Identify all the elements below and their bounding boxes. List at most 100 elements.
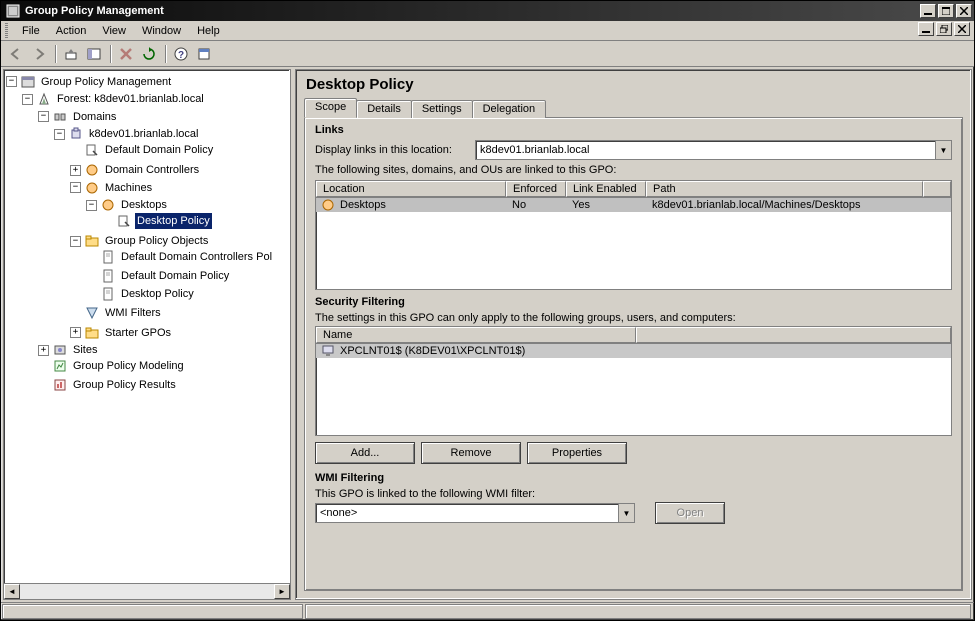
delete-button[interactable] (115, 43, 137, 65)
forward-button[interactable] (28, 43, 50, 65)
policy-icon (100, 268, 116, 284)
domain-icon (68, 126, 84, 142)
wmi-combo[interactable]: <none> ▼ (315, 503, 635, 523)
menu-file[interactable]: File (14, 23, 48, 39)
row-location: Desktops (340, 199, 386, 211)
status-pane-1 (2, 604, 303, 619)
status-pane-2 (305, 604, 971, 619)
properties-button[interactable]: Properties (527, 442, 627, 464)
policy-icon (100, 286, 116, 302)
security-group: Security Filtering The settings in this … (315, 296, 952, 466)
mdi-minimize-button[interactable] (918, 22, 934, 36)
tree-default-domain-policy[interactable]: Default Domain Policy (70, 142, 215, 158)
mdi-restore-button[interactable] (936, 22, 952, 36)
tree-starter-gpos[interactable]: + Starter GPOs (70, 325, 173, 341)
properties-button[interactable] (193, 43, 215, 65)
tab-settings[interactable]: Settings (411, 100, 473, 118)
close-button[interactable] (956, 4, 972, 18)
show-hide-tree-button[interactable] (83, 43, 105, 65)
tab-scope[interactable]: Scope (304, 98, 357, 118)
location-combo[interactable]: k8dev01.brianlab.local ▼ (475, 140, 952, 160)
location-combo-value: k8dev01.brianlab.local (476, 144, 935, 156)
tree-wmi-filters[interactable]: WMI Filters (70, 305, 163, 321)
collapse-icon[interactable]: − (54, 129, 65, 140)
statusbar (1, 602, 974, 620)
menu-help[interactable]: Help (189, 23, 228, 39)
tab-body-scope: Links Display links in this location: k8… (304, 117, 963, 591)
refresh-button[interactable] (138, 43, 160, 65)
col-path[interactable]: Path (646, 181, 923, 197)
wmi-icon (84, 305, 100, 321)
tab-details[interactable]: Details (356, 100, 412, 118)
minimize-button[interactable] (920, 4, 936, 18)
dropdown-icon[interactable]: ▼ (618, 504, 634, 522)
tree-gpo-item[interactable]: Desktop Policy (86, 286, 196, 302)
collapse-icon[interactable]: − (6, 76, 17, 87)
tree-domain-controllers[interactable]: + Domain Controllers (70, 162, 201, 178)
links-row[interactable]: Desktops No Yes k8dev01.brianlab.local/M… (316, 198, 951, 212)
menu-view[interactable]: View (94, 23, 134, 39)
tree-forest[interactable]: − Forest: k8dev01.brianlab.local (22, 91, 206, 107)
mdi-close-button[interactable] (954, 22, 970, 36)
tree-gpo-item[interactable]: Default Domain Controllers Pol (86, 249, 274, 265)
tree-root[interactable]: − Group Policy Management (6, 74, 173, 90)
tree-gpo-item[interactable]: Default Domain Policy (86, 268, 231, 284)
tree-gpo[interactable]: − Group Policy Objects (70, 233, 210, 249)
tree-domain[interactable]: − k8dev01.brianlab.local (54, 126, 200, 142)
security-row[interactable]: XPCLNT01$ (K8DEV01\XPCLNT01$) (316, 344, 951, 358)
policy-link-icon (84, 142, 100, 158)
security-list[interactable]: Name XPCLNT01$ (K8DEV01\XPCLNT01$) (315, 326, 952, 436)
col-spacer (923, 181, 951, 197)
collapse-icon[interactable]: − (86, 200, 97, 211)
dropdown-icon[interactable]: ▼ (935, 141, 951, 159)
scroll-right-button[interactable]: ► (274, 584, 290, 599)
links-list[interactable]: Location Enforced Link Enabled Path Desk… (315, 180, 952, 290)
collapse-icon[interactable]: − (38, 111, 49, 122)
row-enforced: No (506, 198, 566, 212)
col-name[interactable]: Name (316, 327, 636, 343)
tree-gp-modeling[interactable]: Group Policy Modeling (38, 358, 186, 374)
menu-action[interactable]: Action (48, 23, 95, 39)
tree-desktop-policy-selected[interactable]: Desktop Policy (102, 213, 212, 229)
add-button[interactable]: Add... (315, 442, 415, 464)
row-name: XPCLNT01$ (K8DEV01\XPCLNT01$) (340, 345, 525, 357)
open-button[interactable]: Open (655, 502, 725, 524)
tree-sites[interactable]: + Sites (38, 342, 99, 358)
tree-machines[interactable]: − Machines (70, 180, 154, 196)
remove-button[interactable]: Remove (421, 442, 521, 464)
expand-icon[interactable]: + (38, 345, 49, 356)
display-links-label: Display links in this location: (315, 144, 465, 156)
console-tree[interactable]: − Group Policy Management − Forest: k8de… (3, 69, 291, 600)
scroll-left-button[interactable]: ◄ (4, 584, 20, 599)
wmi-hint: This GPO is linked to the following WMI … (315, 488, 952, 500)
collapse-icon[interactable]: − (70, 236, 81, 247)
links-hint: The following sites, domains, and OUs ar… (315, 164, 952, 176)
expand-icon[interactable]: + (70, 165, 81, 176)
help-button[interactable]: ? (170, 43, 192, 65)
tree-horizontal-scrollbar[interactable]: ◄ ► (4, 583, 290, 599)
wmi-heading: WMI Filtering (315, 472, 952, 484)
expand-icon[interactable]: + (70, 327, 81, 338)
tree-domains[interactable]: − Domains (38, 109, 118, 125)
app-window: Group Policy Management File Action View… (0, 0, 975, 621)
results-icon (52, 377, 68, 393)
menu-window[interactable]: Window (134, 23, 189, 39)
domains-icon (52, 109, 68, 125)
svg-text:?: ? (178, 50, 184, 61)
tree-gp-results[interactable]: Group Policy Results (38, 377, 178, 393)
col-link-enabled[interactable]: Link Enabled (566, 181, 646, 197)
maximize-button[interactable] (938, 4, 954, 18)
back-button[interactable] (5, 43, 27, 65)
menubar-grip (5, 23, 8, 39)
tree-desktops[interactable]: − Desktops (86, 197, 169, 213)
up-button[interactable] (60, 43, 82, 65)
col-enforced[interactable]: Enforced (506, 181, 566, 197)
tab-delegation[interactable]: Delegation (472, 100, 547, 118)
menubar: File Action View Window Help (1, 21, 974, 41)
collapse-icon[interactable]: − (22, 94, 33, 105)
col-location[interactable]: Location (316, 181, 506, 197)
window-title: Group Policy Management (25, 5, 918, 17)
content-area: − Group Policy Management − Forest: k8de… (1, 67, 974, 602)
collapse-icon[interactable]: − (70, 182, 81, 193)
detail-title: Desktop Policy (306, 76, 963, 93)
